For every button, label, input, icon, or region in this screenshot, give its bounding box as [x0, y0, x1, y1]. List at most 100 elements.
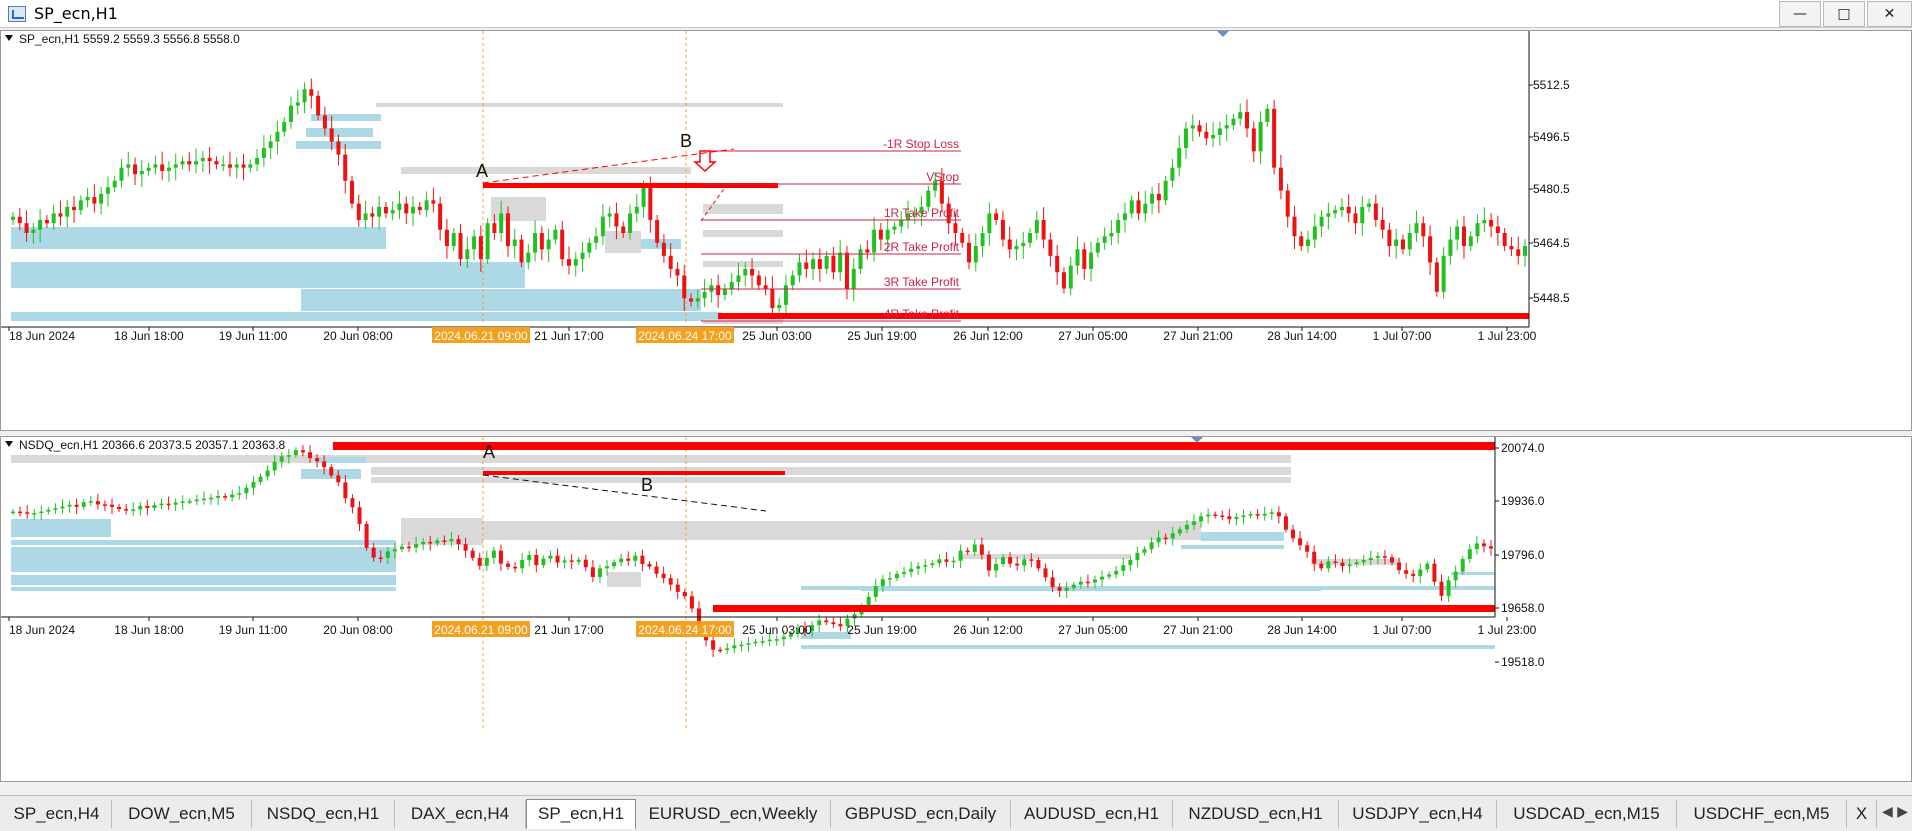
candle-body [628, 213, 633, 233]
candle-body [1251, 128, 1256, 152]
candle-body [1007, 239, 1012, 250]
candle-body [783, 285, 788, 305]
candle-body [647, 564, 652, 567]
candle-body [58, 213, 63, 217]
candle-body [619, 558, 624, 563]
maximize-button[interactable]: □ [1823, 1, 1865, 27]
candle-body [1375, 556, 1380, 558]
candle-body [626, 558, 631, 561]
candle-body [72, 206, 77, 211]
tab-sp-h1[interactable]: SP_ecn,H1 [526, 799, 636, 829]
candle-body [421, 541, 426, 545]
tab-scroll-arrows-icon[interactable]: ◀ ▶ [1882, 804, 1908, 820]
candle-body [1234, 517, 1239, 520]
point-label-a: A [483, 442, 495, 462]
candle-body [146, 167, 151, 171]
close-button[interactable]: ✕ [1867, 1, 1912, 27]
candle-body [1292, 216, 1297, 237]
time-tick-label-13: 1 Jul 07:00 [1373, 623, 1432, 637]
tab-overflow[interactable]: X [1847, 800, 1877, 828]
candle-body [53, 508, 58, 510]
candle-body [885, 229, 890, 240]
candle-body [268, 141, 273, 149]
candle-body [1043, 568, 1048, 578]
candle-body [824, 620, 829, 623]
candle-body [597, 568, 602, 578]
demand-zone-18 [801, 586, 1495, 590]
candle-body [1474, 543, 1479, 550]
candle-body [1122, 213, 1127, 220]
candle-body [1071, 584, 1076, 588]
candle-body [986, 554, 991, 571]
candle-body [38, 219, 43, 230]
candle-body [682, 591, 687, 597]
candle-body [979, 544, 984, 555]
sp-chart-panel[interactable]: SP_ecn,H1 5559.2 5559.3 5556.8 5558.0 -1R… [0, 30, 1912, 431]
candle-body [1404, 570, 1409, 574]
candle-body [1150, 193, 1155, 204]
candle-body [472, 236, 477, 250]
candle-body [390, 210, 395, 214]
candle-body [1241, 515, 1246, 518]
shift-marker-icon [1217, 31, 1229, 37]
candle-body [498, 550, 503, 564]
candle-body [1008, 557, 1013, 564]
candle-body [682, 275, 687, 299]
price-tick-label-4: 5448.5 [1533, 291, 1570, 305]
tab-usdchf-m5[interactable]: USDCHF_ecn,M5 [1677, 800, 1847, 828]
tab-dax-h4[interactable]: DAX_ecn,H4 [395, 800, 526, 828]
candle-body [1382, 556, 1387, 558]
tab-usdjpy-h4[interactable]: USDJPY_ecn,H4 [1339, 800, 1497, 828]
candle-body [923, 565, 928, 567]
candle-body [926, 190, 931, 207]
candle-body [1114, 570, 1119, 575]
tab-sp-h4[interactable]: SP_ecn,H4 [2, 800, 112, 828]
candle-body [953, 223, 958, 233]
demand-zone-2 [301, 289, 701, 311]
time-tick-label-12: 28 Jun 14:00 [1267, 623, 1337, 637]
tab-nsdq-h1[interactable]: NSDQ_ecn,H1 [252, 800, 395, 828]
candle-body [322, 115, 327, 129]
nsdq-price-chart[interactable]: NSDQ_ecn,H1 20366.6 20373.5 20357.1 2036… [1, 437, 1912, 783]
candle-body [1319, 563, 1324, 569]
candle-body [892, 226, 897, 230]
demand-zone-0 [11, 227, 386, 249]
candle-body [746, 643, 751, 645]
candle-body [648, 187, 653, 220]
supply-zone-3 [401, 518, 483, 545]
price-tick-label-4: 19518.0 [1501, 655, 1545, 669]
candle-body [539, 233, 544, 250]
candle-body [916, 566, 921, 569]
nsdq-chart-panel[interactable]: NSDQ_ecn,H1 20366.6 20373.5 20357.1 2036… [0, 436, 1912, 782]
tab-audusd-h1[interactable]: AUDUSD_ecn,H1 [1011, 800, 1173, 828]
candle-body [1068, 265, 1073, 289]
candle-body [1502, 233, 1507, 247]
tab-eurusd-weekly[interactable]: EURUSD_ecn,Weekly [636, 800, 831, 828]
candle-body [899, 219, 904, 227]
candle-body [729, 282, 734, 289]
candle-body [973, 246, 978, 263]
candle-body [736, 275, 741, 282]
candle-body [1082, 249, 1087, 269]
candle-body [478, 236, 483, 260]
sp-price-chart[interactable]: SP_ecn,H1 5559.2 5559.3 5556.8 5558.0 -1R… [1, 31, 1912, 432]
candle-body [1142, 549, 1147, 553]
candle-body [993, 564, 998, 571]
candle-body [668, 255, 673, 269]
candle-body [655, 219, 660, 243]
tab-gbpusd-daily[interactable]: GBPUSD_ecn,Daily [831, 800, 1011, 828]
time-tick-label-11: 27 Jun 21:00 [1163, 329, 1233, 343]
candle-body [1001, 557, 1006, 565]
candle-body [221, 164, 226, 166]
candle-body [309, 89, 314, 96]
tab-usdcad-m15[interactable]: USDCAD_ecn,M15 [1497, 800, 1677, 828]
candle-body [350, 498, 355, 508]
candle-body [1489, 219, 1494, 227]
tab-nzdusd-h1[interactable]: NZDUSD_ecn,H1 [1173, 800, 1339, 828]
candle-body [527, 554, 532, 561]
candle-body [546, 239, 551, 250]
chart-window-icon [8, 6, 26, 22]
tab-dow-m5[interactable]: DOW_ecn,M5 [112, 800, 252, 828]
time-tick-label-7: 25 Jun 03:00 [742, 623, 812, 637]
minimize-button[interactable]: — [1779, 1, 1821, 27]
